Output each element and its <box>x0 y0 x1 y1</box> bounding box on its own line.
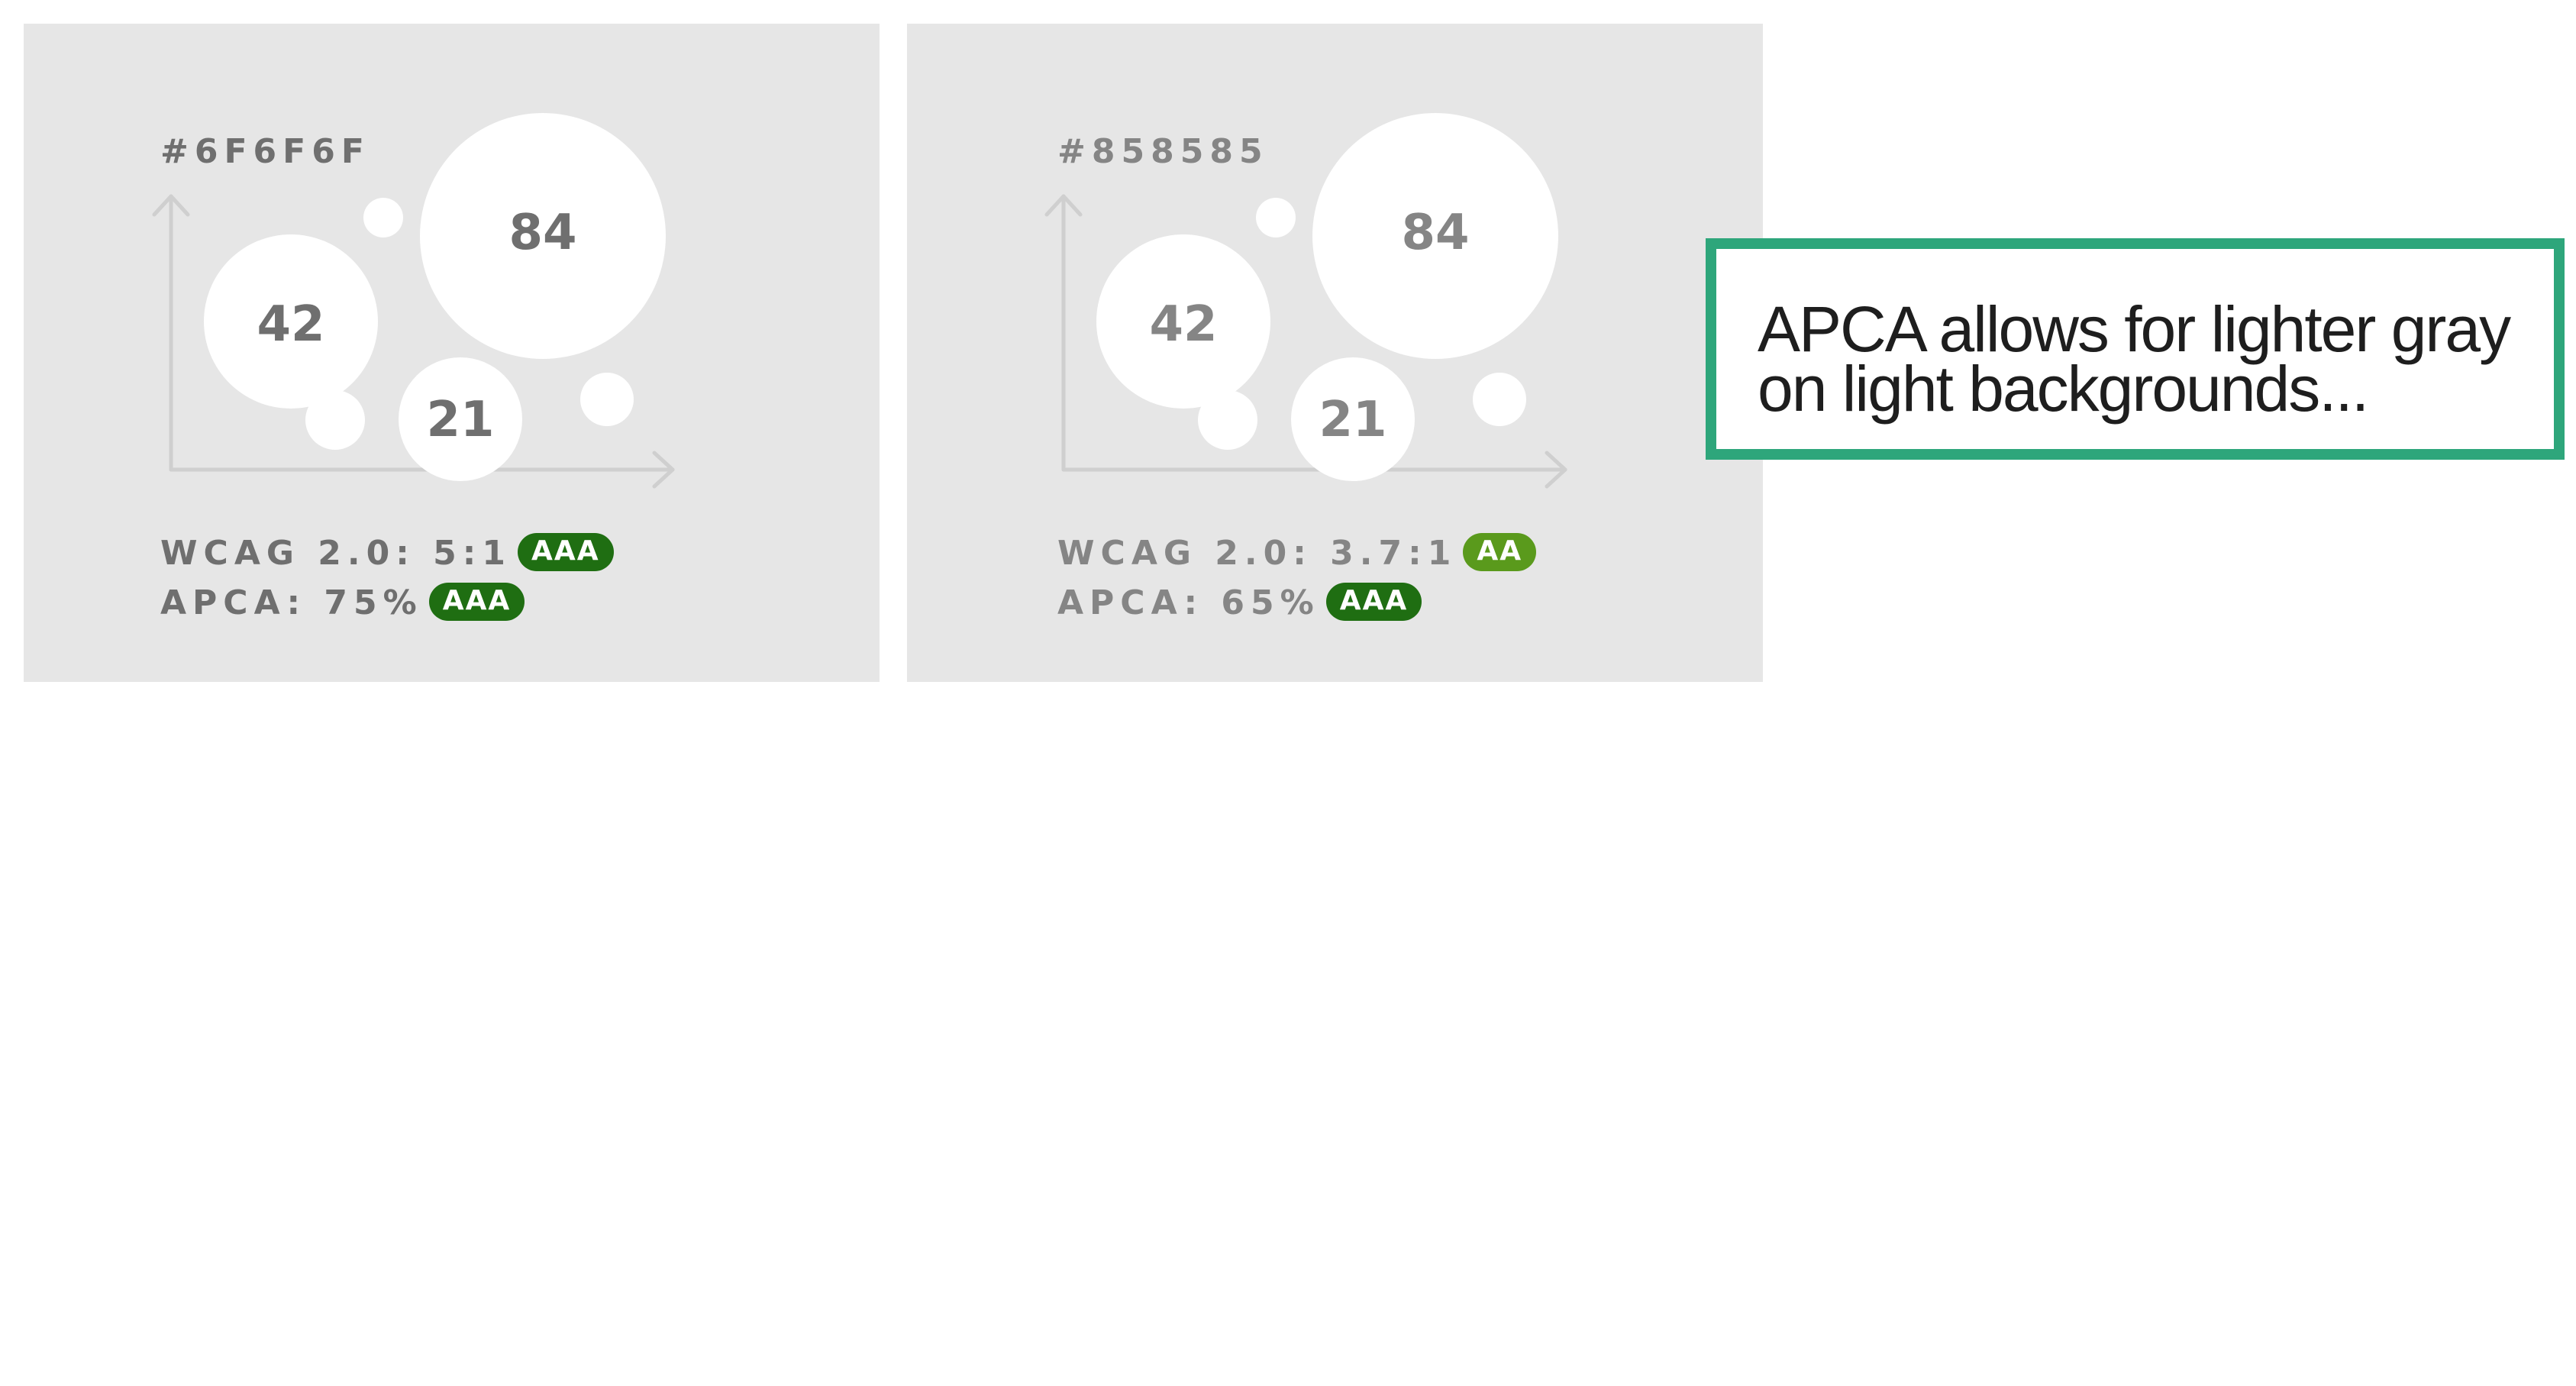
bubble-medium-label: 42 <box>257 296 325 353</box>
bubble-tiny <box>305 390 365 450</box>
bubble-tiny <box>1198 390 1257 450</box>
bubble-tiny <box>1473 373 1526 426</box>
bubble-large-label: 84 <box>1401 205 1470 261</box>
wcag-rating-badge: AAA <box>518 533 614 571</box>
color-hex-label: #6F6F6F <box>160 132 370 171</box>
apca-rating-badge: AAA <box>428 583 525 621</box>
color-hex-label: #858585 <box>1057 132 1269 171</box>
bubble-tiny <box>580 373 634 426</box>
apca-score-label: APCA: 65% <box>1057 583 1320 622</box>
callout-box: APCA allows for lighter gray on light ba… <box>1706 238 2565 460</box>
bubble-tiny <box>1256 198 1296 237</box>
bubble-tiny <box>363 198 403 237</box>
wcag-rating-badge: AA <box>1463 533 1537 571</box>
contrast-card-light-gray: #858585 84 42 21 WCAG 2.0: 3.7:1 AA APCA:… <box>907 24 1763 682</box>
wcag-ratio-label: WCAG 2.0: 5:1 <box>160 534 512 573</box>
contrast-card-dark-gray: #6F6F6F 84 42 21 WCAG 2.0: 5:1 AAA APCA: … <box>24 24 880 682</box>
apca-score-label: APCA: 75% <box>160 583 423 622</box>
bubble-large-label: 84 <box>508 205 577 261</box>
bubble-small-label: 21 <box>426 392 495 448</box>
bubble-small-label: 21 <box>1319 392 1387 448</box>
wcag-ratio: WCAG 2.0: 3.7:1 AA <box>1057 533 1537 574</box>
wcag-ratio: WCAG 2.0: 5:1 AAA <box>160 533 614 574</box>
bubble-chart <box>1044 113 1567 489</box>
apca-score: APCA: 75% AAA <box>160 583 525 624</box>
apca-score: APCA: 65% AAA <box>1057 583 1422 624</box>
callout-text: APCA allows for lighter gray on light ba… <box>1758 293 2511 425</box>
bubble-medium-label: 42 <box>1149 296 1218 353</box>
wcag-ratio-label: WCAG 2.0: 3.7:1 <box>1057 534 1457 573</box>
apca-rating-badge: AAA <box>1325 583 1422 621</box>
